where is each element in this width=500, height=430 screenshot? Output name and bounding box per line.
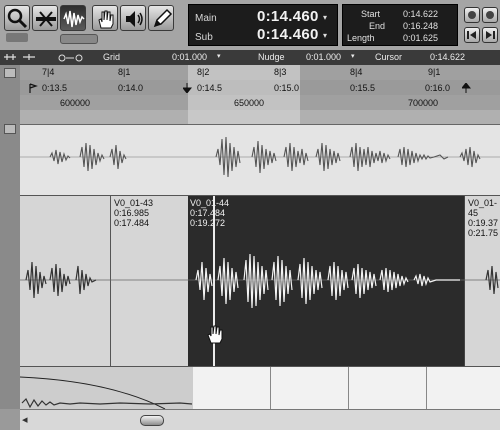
ruler-label: 0:15.0 <box>274 83 300 93</box>
minsecs-ruler[interactable]: 0:13.5 0:14.0 0:14.5 0:15.0 0:15.5 0:16.… <box>20 80 500 95</box>
ruler-toggle-button[interactable] <box>4 68 16 78</box>
ruler-label: 0:15.5 <box>350 83 376 93</box>
ruler-label: 700000 <box>408 98 439 108</box>
audio-track-3[interactable] <box>20 367 500 409</box>
markers-ruler[interactable] <box>20 110 500 125</box>
ruler-label: 0:16.0 <box>425 83 451 93</box>
bars-beats-ruler[interactable]: 7|4 8|1 8|2 8|3 8|4 9|1 <box>20 65 500 80</box>
waveform-2 <box>20 253 500 309</box>
main-counter-value: 0:14.460 <box>257 8 319 25</box>
grid-line <box>270 367 271 409</box>
ruler-label: 9|1 <box>428 67 441 77</box>
arrow-right-icon <box>486 31 495 39</box>
length-value[interactable]: 0:01.625 <box>403 33 438 43</box>
link-button[interactable] <box>482 7 498 23</box>
pencil-tool-button[interactable] <box>148 5 174 31</box>
grabber-tool-button[interactable] <box>92 5 118 31</box>
selector-tool-button[interactable] <box>60 5 86 31</box>
circle-icon <box>486 11 494 19</box>
grid-line <box>348 367 349 409</box>
up-arrow-icon <box>462 83 471 93</box>
ruler-label: 650000 <box>234 98 265 108</box>
start-value[interactable]: 0:14.622 <box>403 9 438 19</box>
grid-nudge-bar: Grid 0:01.000 ▾ Nudge 0:01.000 ▾ Cursor … <box>0 50 500 65</box>
trim-icon <box>36 11 56 27</box>
grid-line <box>426 367 427 409</box>
scrollbar-thumb[interactable] <box>140 415 164 426</box>
keyboard-focus-button[interactable] <box>464 7 480 23</box>
nudge-value[interactable]: 0:01.000 <box>306 52 341 62</box>
sub-counter-value: 0:14.460 <box>257 26 319 43</box>
hand-icon <box>98 10 114 29</box>
sub-counter-dropdown-icon[interactable]: ▾ <box>323 31 327 40</box>
down-arrow-icon <box>183 83 192 93</box>
grid-value[interactable]: 0:01.000 <box>172 52 207 62</box>
zoom-tool-button[interactable] <box>4 5 30 31</box>
start-label: Start <box>361 9 381 19</box>
flag-icon <box>29 83 38 93</box>
main-counter: Main 0:14.460 ▾ Sub 0:14.460 ▾ <box>188 4 338 46</box>
ruler-label: 8|2 <box>197 67 210 77</box>
nudge-left-button[interactable] <box>464 27 480 43</box>
end-value[interactable]: 0:16.248 <box>403 21 438 31</box>
hand-cursor-icon <box>207 325 223 344</box>
shuffle-icon[interactable] <box>22 52 36 63</box>
audio-track-2[interactable]: V0_01-43 0:16.985 0:17.484 V0_01-44 0:17… <box>20 196 500 367</box>
ruler-label: 8|1 <box>118 67 131 77</box>
scroll-left-icon[interactable]: ◂ <box>22 413 28 426</box>
cursor-value: 0:14.622 <box>430 52 466 62</box>
cursor-label: Cursor <box>375 52 403 62</box>
main-counter-dropdown-icon[interactable]: ▾ <box>323 13 327 22</box>
audio-track-1[interactable] <box>20 125 500 196</box>
empty-region <box>193 367 500 409</box>
waveform-1 <box>20 136 500 178</box>
ruler-label: 8|3 <box>274 67 287 77</box>
pencil-icon <box>153 8 173 28</box>
circle-icon <box>468 11 476 19</box>
ruler-label: 8|4 <box>350 67 363 77</box>
grid-label: Grid <box>103 52 121 62</box>
ruler-label: 600000 <box>60 98 91 108</box>
arrow-left-icon <box>467 31 476 39</box>
end-label: End <box>369 21 386 31</box>
horizontal-scrollbar[interactable]: ◂ <box>20 409 500 430</box>
ruler-label: 0:13.5 <box>42 83 68 93</box>
nudge-dropdown-icon[interactable]: ▾ <box>351 52 355 60</box>
grid-dropdown-icon[interactable]: ▾ <box>217 52 221 60</box>
track-left-strip <box>0 65 20 409</box>
waveform-selector-icon <box>63 10 85 28</box>
ruler-label: 0:14.0 <box>118 83 144 93</box>
scrubber-tool-button[interactable] <box>120 5 146 31</box>
ruler-label: 7|4 <box>42 67 55 77</box>
length-label: Length <box>347 33 375 43</box>
speaker-icon <box>126 11 143 27</box>
edit-toolbar: Main 0:14.460 ▾ Sub 0:14.460 ▾ Start 0:1… <box>0 0 500 50</box>
magnifier-icon <box>7 8 28 29</box>
trim-tool-button[interactable] <box>32 5 58 31</box>
nudge-label: Nudge <box>258 52 285 62</box>
ruler-label: 0:14.5 <box>197 83 223 93</box>
samples-ruler[interactable]: 600000 650000 700000 <box>20 95 500 110</box>
nudge-right-button[interactable] <box>482 27 498 43</box>
mode-icon[interactable] <box>3 52 17 63</box>
link-icon[interactable] <box>58 52 84 63</box>
zoom-presets[interactable] <box>6 33 28 42</box>
fade-curve <box>20 376 193 409</box>
sub-counter-label: Sub <box>195 32 213 43</box>
selection-indicators: Start 0:14.622 End 0:16.248 Length 0:01.… <box>342 4 458 46</box>
main-counter-label: Main <box>195 13 217 24</box>
mode-selector[interactable] <box>60 34 98 44</box>
track-toggle-button[interactable] <box>4 124 16 134</box>
